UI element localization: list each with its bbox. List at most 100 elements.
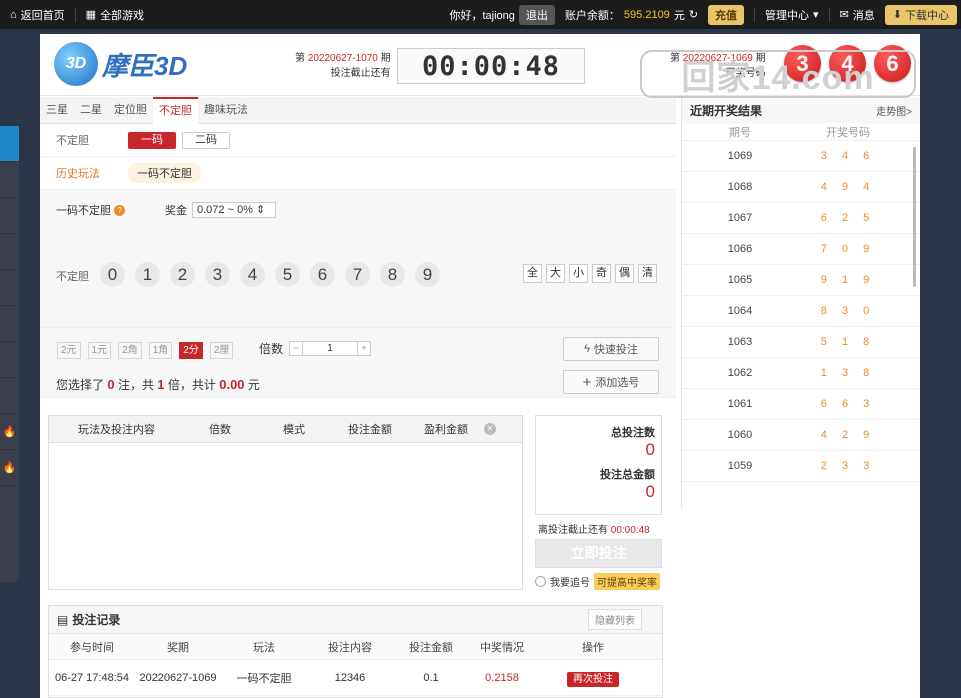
- digit-ball[interactable]: 8: [380, 262, 405, 287]
- unit-option-selected[interactable]: 2分: [179, 342, 203, 359]
- table-row: 1066 7 0 9: [682, 234, 920, 265]
- help-icon[interactable]: ?: [114, 204, 125, 216]
- tab-fun[interactable]: 趣味玩法: [198, 97, 254, 124]
- unit-option[interactable]: 2角: [118, 342, 142, 359]
- records-columns: 参与时间 奖期 玩法 投注内容 投注金额 中奖情况 操作: [49, 634, 662, 660]
- number-picker: 一码不定胆? 奖金 0.072 ~ 0% ⇕ 不定胆 0 1 2 3 4 5 6…: [40, 190, 676, 328]
- minus-button[interactable]: −: [290, 342, 302, 355]
- download-icon: ⬇: [892, 9, 902, 21]
- recent-rows: 1069 3 4 6 1068 4 9 4 1067 6 2 5 1066 7 0 9 1065…: [682, 141, 920, 482]
- sidebar-item[interactable]: [0, 342, 19, 378]
- picker-info: 一码不定胆? 奖金 0.072 ~ 0% ⇕: [56, 202, 276, 218]
- digit-ball[interactable]: 9: [415, 262, 440, 287]
- digit-ball[interactable]: 7: [345, 262, 370, 287]
- records-header: ▤ 投注记录 隐藏列表: [49, 606, 662, 634]
- countdown-timer: 00:00:48: [397, 48, 585, 84]
- tab-three-star[interactable]: 三星: [40, 97, 74, 124]
- digit-ball[interactable]: 0: [100, 262, 125, 287]
- sidebar-item[interactable]: [0, 198, 19, 234]
- trend-link[interactable]: 走势图>: [876, 103, 912, 118]
- bet-records: ▤ 投注记录 隐藏列表 参与时间 奖期 玩法 投注内容 投注金额 中奖情况 操作…: [48, 605, 663, 698]
- tab-two-star[interactable]: 二星: [74, 97, 108, 124]
- table-row: 1061 6 6 3: [682, 389, 920, 420]
- total-count: 0: [645, 440, 655, 459]
- digit-ball[interactable]: 2: [170, 262, 195, 287]
- mail-icon: ✉: [839, 9, 849, 21]
- sidebar-item[interactable]: [0, 270, 19, 306]
- tab-undetermined[interactable]: 不定胆: [153, 97, 198, 124]
- chase-radio[interactable]: [535, 576, 546, 587]
- logo-badge: 3D: [54, 42, 98, 86]
- multiplier-stepper[interactable]: − 1 +: [289, 341, 372, 356]
- unit-option[interactable]: 1元: [87, 342, 112, 359]
- unit-option[interactable]: 2厘: [209, 342, 234, 359]
- digit-ball[interactable]: 5: [275, 262, 300, 287]
- greeting: 你好，tajiong: [449, 9, 515, 22]
- filter-all[interactable]: 全: [523, 264, 542, 283]
- sidebar-item[interactable]: [0, 378, 19, 414]
- download-button[interactable]: ⬇ 下载中心: [884, 4, 957, 25]
- submit-bet-button[interactable]: 立即投注: [535, 539, 662, 568]
- plus-icon: +: [582, 373, 592, 391]
- fire-icon[interactable]: 🔥: [0, 414, 19, 450]
- recent-columns: 期号 开奖号码: [682, 124, 920, 141]
- history-play[interactable]: 一码不定胆: [128, 163, 201, 183]
- manage-menu[interactable]: 管理中心 ▾: [755, 0, 829, 29]
- bet-controls: 2元 1元 2角 1角 2分 2厘 倍数 − 1 + ϟ 快速投注 + 添加选号 您…: [40, 328, 676, 398]
- logout-button[interactable]: 退出: [518, 4, 555, 25]
- option-two-code[interactable]: 二码: [182, 131, 230, 149]
- filter-odd[interactable]: 奇: [592, 264, 611, 283]
- top-bar: ⌂ 返回首页 ▦ 全部游戏 你好，tajiong 退出 账户余额： 595.2109 元…: [0, 0, 961, 29]
- deadline-countdown: 离投注截止还有 00:00:48: [538, 525, 650, 536]
- chevron-down-icon: ▾: [813, 9, 819, 21]
- clear-list-icon[interactable]: ✕: [484, 423, 496, 435]
- recent-results: 近期开奖结果 走势图> 期号 开奖号码 1069 3 4 6 1068 4 9 4 1067…: [681, 97, 920, 510]
- left-sidebar: 🔥 🔥: [0, 126, 19, 582]
- table-row: 1062 1 3 8: [682, 358, 920, 389]
- table-row: 1068 4 9 4: [682, 172, 920, 203]
- plus-button[interactable]: +: [358, 342, 370, 355]
- record-icon: ▤: [57, 612, 69, 627]
- sidebar-item[interactable]: [0, 306, 19, 342]
- rebet-button[interactable]: 再次投注: [567, 672, 619, 687]
- quick-bet-button[interactable]: ϟ 快速投注: [563, 337, 659, 361]
- balance-value: 595.2109: [623, 8, 670, 21]
- recent-header: 近期开奖结果 走势图>: [682, 97, 920, 124]
- sidebar-item[interactable]: [0, 126, 19, 162]
- digit-ball[interactable]: 4: [240, 262, 265, 287]
- scrollbar[interactable]: [913, 147, 916, 287]
- digit-ball[interactable]: 6: [310, 262, 335, 287]
- play-tabs: 三星 二星 定位胆 不定胆 趣味玩法: [40, 97, 676, 124]
- option-one-code[interactable]: 一码: [128, 131, 176, 149]
- sidebar-item[interactable]: [0, 234, 19, 270]
- grid-icon: ▦: [85, 9, 97, 21]
- logo-name: 摩臣3D: [102, 50, 188, 81]
- bet-list: 玩法及投注内容 倍数 模式 投注金额 盈利金额 ✕: [48, 415, 523, 590]
- history-row: 历史玩法 一码不定胆: [40, 157, 676, 190]
- home-link[interactable]: ⌂ 返回首页: [0, 0, 75, 29]
- unit-option[interactable]: 2元: [57, 342, 81, 359]
- add-selection-button[interactable]: + 添加选号: [563, 370, 659, 394]
- refresh-icon[interactable]: ↻: [689, 8, 698, 21]
- sidebar-item[interactable]: [0, 162, 19, 198]
- recharge-button[interactable]: 充值: [708, 4, 745, 25]
- messages-link[interactable]: ✉ 消息: [830, 0, 885, 29]
- digit-ball[interactable]: 3: [205, 262, 230, 287]
- table-row: 1065 9 1 9: [682, 265, 920, 296]
- table-row: 1067 6 2 5: [682, 203, 920, 234]
- lightning-icon: ϟ: [584, 343, 590, 355]
- multiplier-input[interactable]: 1: [302, 342, 359, 355]
- fire-icon[interactable]: 🔥: [0, 450, 19, 486]
- filter-big[interactable]: 大: [546, 264, 565, 283]
- hide-list-button[interactable]: 隐藏列表: [588, 609, 642, 630]
- filter-clear[interactable]: 清: [638, 264, 657, 283]
- prize-select[interactable]: 0.072 ~ 0% ⇕: [192, 202, 276, 218]
- unit-option[interactable]: 1角: [148, 342, 173, 359]
- tab-position[interactable]: 定位胆: [108, 97, 153, 124]
- filter-small[interactable]: 小: [569, 264, 588, 283]
- table-row: 06-27 17:48:54 20220627-1069 一码不定胆 12346…: [49, 660, 662, 696]
- filter-even[interactable]: 偶: [615, 264, 634, 283]
- table-row: 1064 8 3 0: [682, 296, 920, 327]
- all-games-link[interactable]: ▦ 全部游戏: [76, 0, 154, 29]
- digit-ball[interactable]: 1: [135, 262, 160, 287]
